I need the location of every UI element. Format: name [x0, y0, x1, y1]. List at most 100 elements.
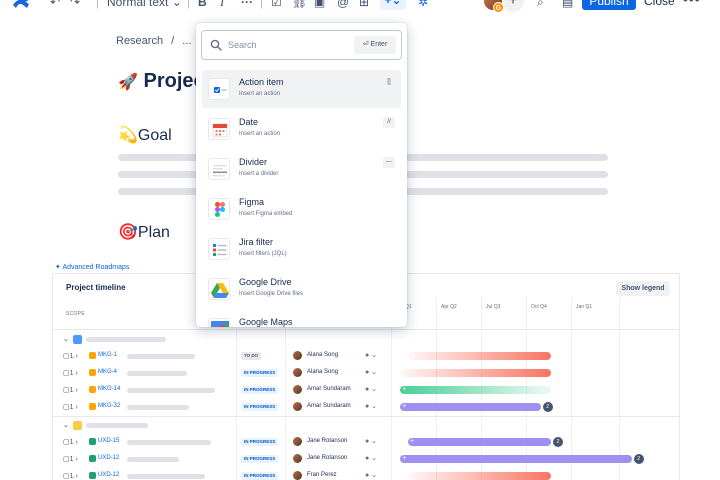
assignee-controls[interactable]: ● ⌄: [365, 351, 377, 359]
timeline-bar[interactable]: +: [408, 472, 551, 480]
table-row[interactable]: ▢1 › MKG-1 TO DO Alana Song ● ⌄: [53, 348, 679, 365]
row-controls[interactable]: ▢1 ›: [63, 403, 78, 411]
search-input[interactable]: [228, 37, 348, 53]
placeholder-line: [127, 388, 215, 393]
avatar: [293, 471, 302, 480]
italic-icon[interactable]: I: [220, 0, 224, 10]
timeline-bar[interactable]: +: [400, 369, 551, 377]
checkbox-icon: [208, 78, 230, 100]
show-legend-button[interactable]: Show legend: [616, 281, 670, 296]
row-controls[interactable]: ▢1 ›: [63, 438, 78, 446]
redo-icon[interactable]: ↷: [70, 0, 80, 10]
undo-icon[interactable]: ↶: [50, 0, 60, 10]
dependency-count-badge[interactable]: 2: [553, 437, 563, 447]
more-formatting-icon[interactable]: ···: [241, 0, 253, 10]
status-badge[interactable]: IN PROGRESS: [241, 386, 279, 394]
breadcrumb-ellipsis[interactable]: ...: [182, 35, 191, 47]
close-button[interactable]: Close: [644, 0, 675, 8]
confluence-logo-icon[interactable]: [12, 0, 32, 10]
table-row[interactable]: ▢1 › UXD-12 IN PROGRESS Fran Perez ● ⌄ +: [53, 468, 679, 480]
advanced-roadmaps-label[interactable]: ✦ Advanced Roadmaps: [55, 263, 129, 271]
status-badge[interactable]: IN PROGRESS: [241, 438, 279, 446]
breadcrumb-item-research[interactable]: Research: [116, 35, 163, 47]
menu-item-google-maps[interactable]: Google Maps: [202, 310, 401, 327]
row-controls[interactable]: ▢1 ›: [63, 352, 78, 360]
row-controls[interactable]: ▢1 ›: [63, 455, 78, 463]
table-row[interactable]: ▢1 › MKG-4 IN PROGRESS Alana Song ● ⌄ +: [53, 365, 679, 382]
enter-button[interactable]: ⏎ Enter: [354, 36, 396, 54]
group-header[interactable]: ⌄: [53, 417, 679, 434]
shortcut-badge: []: [383, 77, 395, 88]
issue-key[interactable]: UXD-12: [98, 455, 119, 461]
timeline-bar[interactable]: +: [400, 403, 541, 411]
issue-key[interactable]: MKG-14: [98, 386, 120, 392]
issue-type-icon: [89, 386, 96, 393]
avatar: [293, 437, 302, 446]
row-controls[interactable]: ▢1 ›: [63, 472, 78, 480]
assignee-controls[interactable]: ● ⌄: [365, 385, 377, 393]
ai-sparkle-icon[interactable]: ✲: [418, 0, 428, 10]
avatar: [293, 454, 302, 463]
row-controls[interactable]: ▢1 ›: [63, 369, 78, 377]
link-icon[interactable]: ⛓: [292, 0, 307, 10]
menu-item-figma[interactable]: Figma Insert Figma embed: [202, 190, 401, 228]
dependency-count-badge[interactable]: 2: [633, 454, 644, 464]
issue-key[interactable]: MKG-1: [98, 352, 117, 358]
table-row[interactable]: ▢1 › MKG-14 IN PROGRESS Amar Sundaram ● ⌄ +: [53, 382, 679, 399]
assignee-controls[interactable]: ● ⌄: [365, 402, 377, 410]
checkbox-icon[interactable]: ☑: [271, 0, 282, 10]
row-controls[interactable]: ▢1 ›: [63, 386, 78, 394]
google-drive-icon: [208, 278, 230, 300]
issue-key[interactable]: UXD-15: [98, 438, 119, 444]
table-row[interactable]: ▢1 › MKG-32 IN PROGRESS Amar Sundaram ● ⌄ +2: [53, 399, 679, 416]
assignee-controls[interactable]: ● ⌄: [365, 471, 377, 479]
text-style-dropdown[interactable]: Normal text ⌄: [107, 0, 182, 10]
insert-button[interactable]: +⌄: [380, 0, 406, 10]
timeline-bar[interactable]: +: [400, 386, 551, 394]
placeholder-line: [127, 457, 179, 462]
chevron-down-icon[interactable]: ⌄: [63, 335, 69, 343]
issue-type-icon: [89, 403, 96, 410]
table-row[interactable]: ▢1 › UXD-12 IN PROGRESS Jane Rotanson ● ⌄ +2: [53, 451, 679, 468]
chevron-down-icon[interactable]: ⌄: [63, 421, 69, 429]
menu-item-jira-filter[interactable]: Jira filter Insert filters (JQL): [202, 230, 401, 268]
mention-icon[interactable]: @: [337, 0, 349, 10]
add-icon: +: [410, 438, 415, 445]
timeline-bar[interactable]: +: [400, 455, 632, 463]
menu-item-google-drive[interactable]: Google Drive Insert Google Drive files: [202, 270, 401, 308]
issue-key[interactable]: UXD-12: [98, 472, 119, 478]
status-badge[interactable]: IN PROGRESS: [241, 403, 279, 411]
publish-button[interactable]: Publish: [582, 0, 636, 10]
assignee-controls[interactable]: ● ⌄: [365, 454, 377, 462]
group-header[interactable]: ⌄: [53, 331, 679, 348]
assignee-controls[interactable]: ● ⌄: [365, 437, 377, 445]
timeline-bar[interactable]: [408, 352, 551, 360]
table-icon[interactable]: ⊞: [359, 0, 369, 10]
status-badge[interactable]: IN PROGRESS: [241, 369, 279, 377]
table-row[interactable]: ▢1 › UXD-15 IN PROGRESS Jane Rotanson ● ⌄ +2: [53, 434, 679, 451]
status-badge[interactable]: IN PROGRESS: [241, 472, 279, 480]
menu-item-date[interactable]: Date Insert an action //: [202, 110, 401, 148]
bold-icon[interactable]: B: [198, 0, 207, 10]
menu-item-label: Divider: [239, 157, 268, 167]
save-icon[interactable]: ▤: [562, 0, 573, 10]
roadmap-label-text: Advanced Roadmaps: [62, 264, 130, 271]
status-badge[interactable]: TO DO: [241, 352, 262, 360]
timeline-bar[interactable]: +: [408, 438, 551, 446]
menu-item-divider[interactable]: Divider Insert a divider ---: [202, 150, 401, 188]
status-badge[interactable]: IN PROGRESS: [241, 455, 279, 463]
issue-key[interactable]: MKG-32: [98, 403, 120, 409]
add-collaborator-icon[interactable]: +: [502, 0, 524, 12]
search-icon[interactable]: ⌕: [537, 0, 544, 10]
assignee-controls[interactable]: ● ⌄: [365, 368, 377, 376]
more-options-icon[interactable]: •••: [683, 0, 701, 7]
menu-item-label: Google Drive: [239, 277, 292, 287]
menu-item-label: Jira filter: [239, 237, 274, 247]
quarter-label: Oct Q4: [531, 304, 547, 310]
menu-item-action-item[interactable]: Action item Insert an action []: [202, 70, 401, 108]
quarter-label: Apr Q2: [441, 304, 457, 310]
toolbar-divider: |: [96, 0, 100, 9]
issue-key[interactable]: MKG-4: [98, 369, 117, 375]
image-icon[interactable]: ▣: [314, 0, 325, 10]
dependency-count-badge[interactable]: 2: [542, 402, 553, 412]
